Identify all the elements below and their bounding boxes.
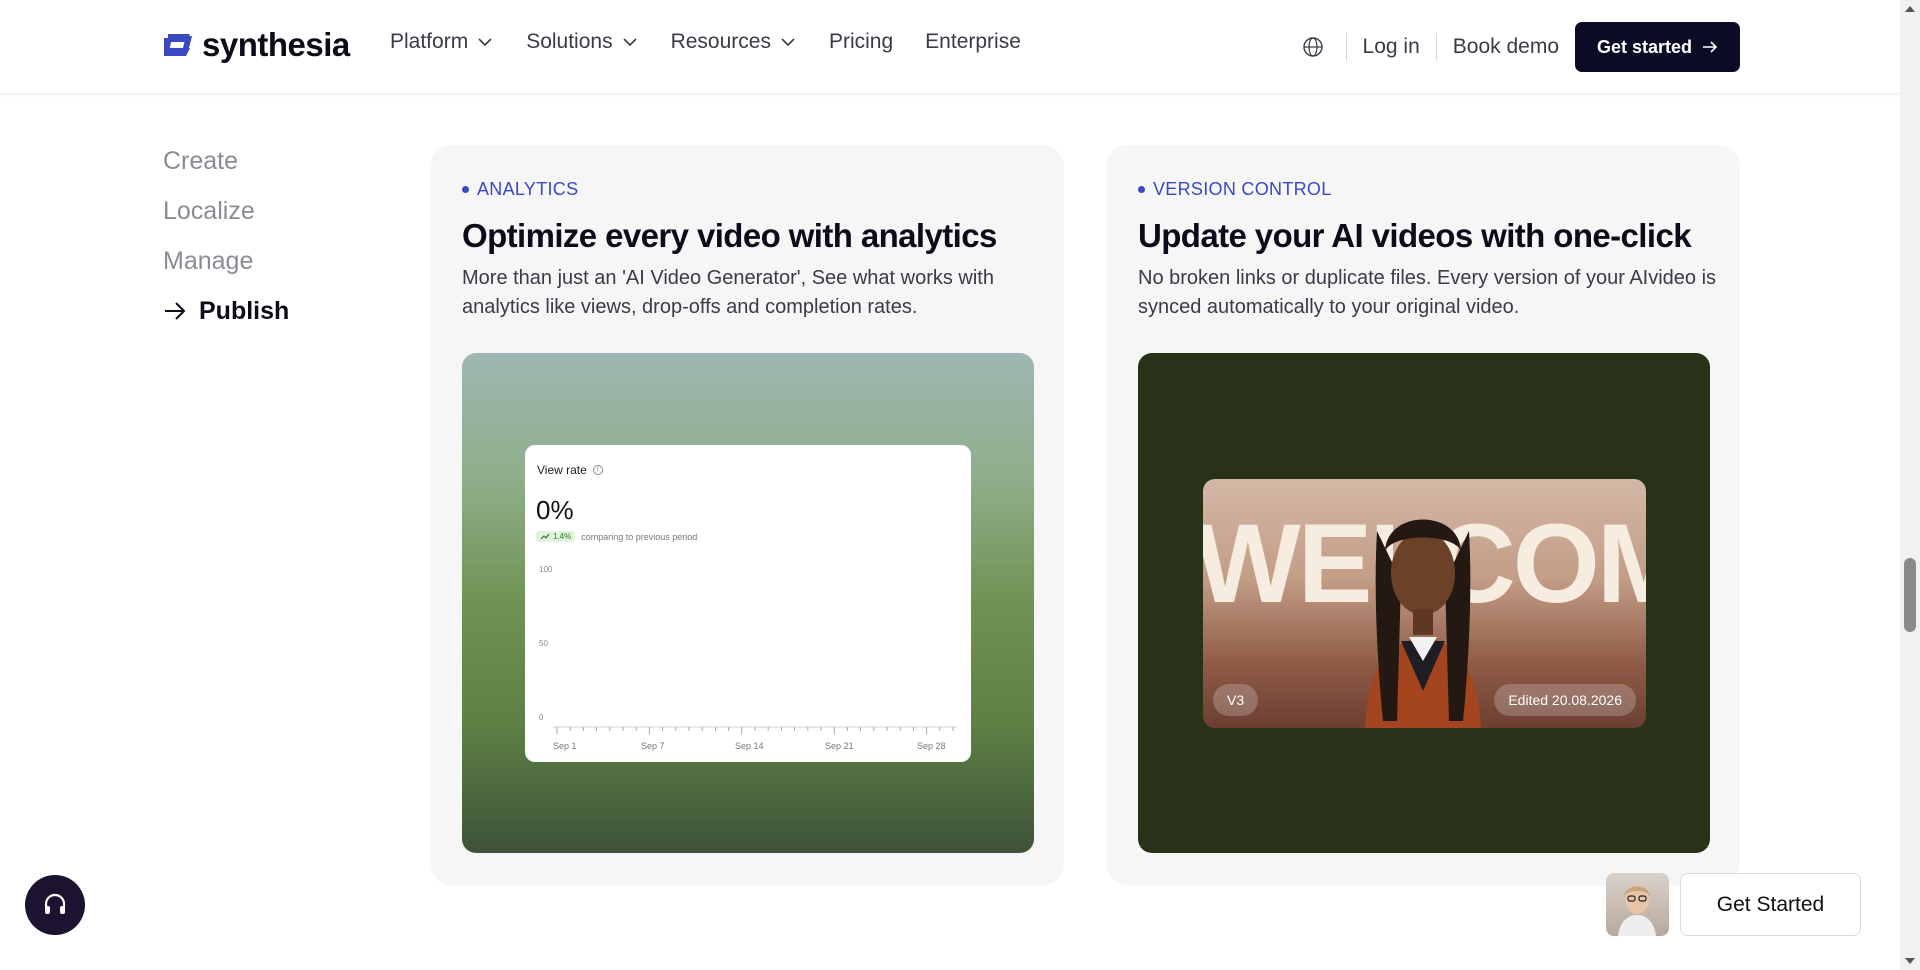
side-item-label: Manage — [163, 246, 254, 275]
welcome-video-thumbnail[interactable]: WELCOME V3 Edited 20.08.2026 — [1203, 479, 1646, 728]
info-icon: i — [592, 465, 603, 475]
side-item-label: Create — [163, 146, 239, 175]
trend-pill: 1.4% — [536, 531, 576, 542]
side-item-manage[interactable]: Manage — [163, 236, 289, 286]
get-started-label: Get started — [1596, 36, 1693, 57]
header-actions: Log in Book demo Get started — [1302, 22, 1740, 72]
card-tag: ANALYTICS — [462, 179, 578, 200]
panel-value: 0% — [536, 495, 574, 525]
chevron-down-icon — [781, 38, 795, 47]
tag-label: VERSION CONTROL — [1153, 179, 1332, 199]
side-item-label: Localize — [163, 196, 255, 225]
nav-solutions-label: Solutions — [526, 30, 613, 53]
trend-text: comparing to previous period — [581, 531, 698, 542]
analytics-card: ANALYTICS Optimize every video with anal… — [430, 145, 1064, 885]
nav-pricing[interactable]: Pricing — [829, 30, 893, 54]
scroll-thumb[interactable] — [1904, 558, 1916, 632]
nav-platform[interactable]: Platform — [390, 30, 494, 54]
side-item-create[interactable]: Create — [163, 136, 289, 186]
analytics-media: View rate i 0% 1.4% comparing to previou… — [462, 353, 1034, 853]
feature-side-menu: Create Localize Manage Publish — [163, 136, 289, 336]
x-tick-label: Sep 7 — [641, 741, 665, 751]
x-tick-label: Sep 21 — [825, 741, 854, 751]
main-nav: Platform Solutions Resources Pricing Ent… — [390, 30, 1021, 54]
globe-icon[interactable] — [1302, 36, 1324, 58]
nav-solutions[interactable]: Solutions — [526, 30, 638, 54]
avatar-face-image — [1618, 884, 1656, 936]
card-tag: VERSION CONTROL — [1138, 179, 1332, 200]
book-demo-link[interactable]: Book demo — [1437, 35, 1575, 59]
page-scrollbar[interactable] — [1900, 0, 1920, 970]
edited-badge: Edited 20.08.2026 — [1494, 684, 1636, 716]
panel-title-text: View rate — [537, 463, 587, 477]
nav-enterprise[interactable]: Enterprise — [925, 30, 1021, 54]
dot-icon — [1138, 186, 1145, 193]
trend-value: 1.4% — [553, 532, 572, 541]
nav-resources[interactable]: Resources — [671, 30, 797, 54]
trend-row: 1.4% comparing to previous period — [536, 531, 697, 542]
site-header: synthesia Platform Solutions Resources P… — [0, 0, 1900, 94]
arrow-right-icon — [1703, 41, 1718, 53]
card-description: No broken links or duplicate files. Ever… — [1138, 267, 1717, 318]
side-item-localize[interactable]: Localize — [163, 186, 289, 236]
x-tick-label: Sep 28 — [917, 741, 946, 751]
scroll-down-arrow[interactable] — [1905, 958, 1915, 964]
chevron-down-icon — [623, 38, 637, 47]
nav-resources-label: Resources — [670, 30, 771, 53]
y-tick-label: 0 — [539, 713, 544, 722]
card-title: Optimize every video with analytics — [462, 217, 997, 254]
card-description: More than just an 'AI Video Generator', … — [462, 267, 994, 318]
synthesia-logo[interactable]: synthesia — [160, 26, 350, 64]
version-badge: V3 — [1213, 684, 1259, 716]
support-chat-button[interactable] — [25, 875, 85, 935]
view-rate-panel: View rate i 0% 1.4% comparing to previou… — [525, 445, 971, 762]
nav-platform-label: Platform — [390, 30, 469, 53]
logo-text: synthesia — [202, 26, 350, 63]
side-item-label: Publish — [199, 296, 290, 325]
get-started-floating-button[interactable]: Get Started — [1680, 873, 1861, 936]
trend-up-icon — [540, 533, 550, 540]
nav-enterprise-label: Enterprise — [925, 30, 1021, 53]
version-control-media: WELCOME V3 Edited 20.08.2026 — [1138, 353, 1710, 853]
view-rate-chart — [553, 726, 957, 734]
tag-label: ANALYTICS — [477, 179, 579, 199]
y-tick-label: 100 — [539, 565, 553, 574]
headset-icon — [44, 893, 66, 914]
nav-pricing-label: Pricing — [828, 30, 894, 53]
login-link[interactable]: Log in — [1347, 35, 1436, 59]
y-tick-label: 50 — [539, 639, 548, 648]
get-started-button[interactable]: Get started — [1575, 22, 1740, 72]
version-control-card: VERSION CONTROL Update your AI videos wi… — [1106, 145, 1740, 885]
chevron-down-icon — [478, 38, 492, 47]
scroll-up-arrow[interactable] — [1905, 6, 1915, 12]
avatar[interactable] — [1606, 873, 1669, 936]
dot-icon — [462, 186, 469, 193]
panel-title: View rate i — [537, 463, 603, 477]
x-tick-label: Sep 1 — [553, 741, 577, 751]
side-item-publish[interactable]: Publish — [163, 286, 289, 336]
arrow-right-icon — [165, 302, 186, 320]
card-title: Update your AI videos with one-click — [1138, 217, 1692, 254]
logo-mark-icon — [164, 34, 192, 56]
x-tick-label: Sep 14 — [735, 741, 764, 751]
